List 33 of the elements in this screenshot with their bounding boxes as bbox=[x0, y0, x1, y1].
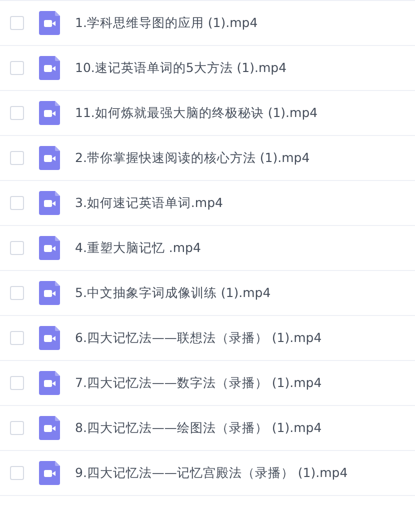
video-file-icon bbox=[39, 236, 60, 260]
checkbox[interactable] bbox=[10, 286, 24, 300]
file-name[interactable]: 7.四大记忆法——数字法（录播） (1).mp4 bbox=[75, 374, 322, 392]
video-file-icon bbox=[39, 146, 60, 170]
file-name[interactable]: 2.带你掌握快速阅读的核心方法 (1).mp4 bbox=[75, 148, 310, 168]
file-name[interactable]: 5.中文抽象字词成像训练 (1).mp4 bbox=[75, 284, 271, 302]
video-file-icon bbox=[39, 56, 60, 80]
video-file-icon bbox=[39, 11, 60, 35]
video-file-icon bbox=[39, 416, 60, 440]
checkbox[interactable] bbox=[10, 151, 24, 165]
video-file-icon bbox=[39, 191, 60, 215]
checkbox[interactable] bbox=[10, 16, 24, 30]
checkbox[interactable] bbox=[10, 241, 24, 255]
checkbox[interactable] bbox=[10, 61, 24, 75]
checkbox[interactable] bbox=[10, 376, 24, 390]
checkbox[interactable] bbox=[10, 106, 24, 120]
file-name[interactable]: 1.学科思维导图的应用 (1).mp4 bbox=[75, 14, 258, 32]
checkbox[interactable] bbox=[10, 421, 24, 435]
video-file-icon bbox=[39, 281, 60, 305]
checkbox[interactable] bbox=[10, 466, 24, 480]
file-name[interactable]: 8.四大记忆法——绘图法（录播） (1).mp4 bbox=[75, 418, 322, 438]
video-file-icon bbox=[39, 461, 60, 485]
checkbox[interactable] bbox=[10, 331, 24, 345]
checkbox[interactable] bbox=[10, 196, 24, 210]
video-file-icon bbox=[39, 101, 60, 125]
file-name[interactable]: 3.如何速记英语单词.mp4 bbox=[75, 194, 223, 212]
video-file-icon bbox=[39, 371, 60, 395]
file-name[interactable]: 10.速记英语单词的5大方法 (1).mp4 bbox=[75, 58, 287, 78]
video-file-icon bbox=[39, 326, 60, 350]
file-name[interactable]: 6.四大记忆法——联想法（录播） (1).mp4 bbox=[75, 328, 322, 348]
file-name[interactable]: 9.四大记忆法——记忆宫殿法（录播） (1).mp4 bbox=[75, 464, 348, 482]
file-name[interactable]: 4.重塑大脑记忆 .mp4 bbox=[75, 238, 201, 258]
file-name[interactable]: 11.如何炼就最强大脑的终极秘诀 (1).mp4 bbox=[75, 104, 318, 122]
